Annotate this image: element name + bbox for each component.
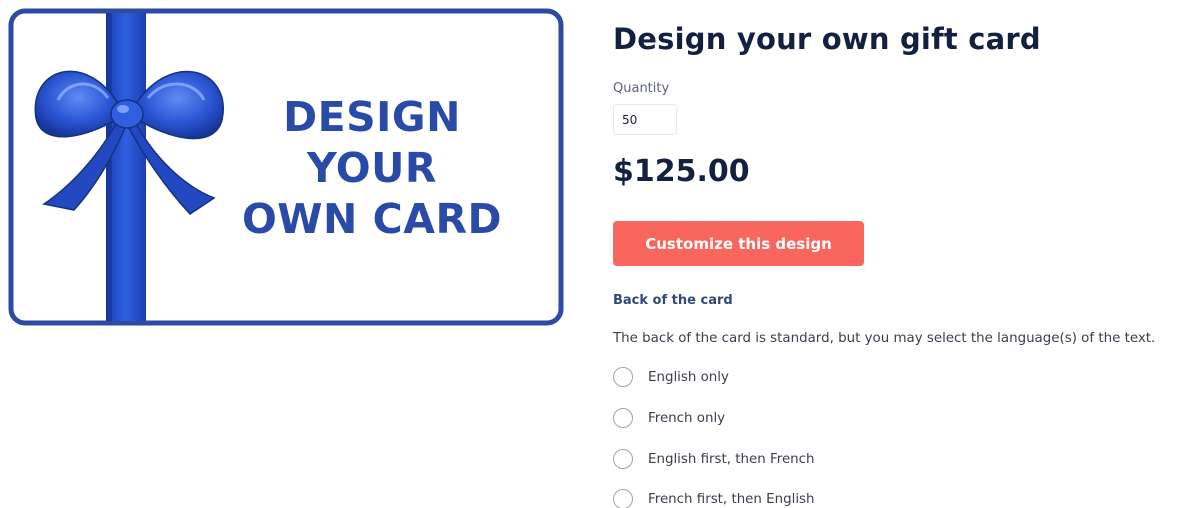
card-headline: DESIGN YOUR OWN CARD — [240, 92, 504, 245]
card-line-1: DESIGN — [283, 93, 461, 141]
card-line-3: OWN CARD — [241, 195, 503, 243]
back-of-card-description: The back of the card is standard, but yo… — [613, 331, 1156, 346]
radio-label: English only — [648, 369, 729, 385]
card-line-2: YOUR — [307, 144, 437, 192]
radio-label: French only — [648, 410, 726, 426]
gift-card-image: DESIGN YOUR OWN CARD — [8, 8, 564, 326]
product-price: $125.00 — [613, 154, 750, 189]
radio-option-french-only[interactable]: French only — [613, 407, 725, 429]
radio-option-english-then-french[interactable]: English first, then French — [613, 448, 815, 470]
back-of-card-heading: Back of the card — [613, 293, 733, 308]
radio-label: English first, then French — [648, 451, 815, 467]
radio-button[interactable] — [613, 449, 633, 469]
bow-knot — [110, 99, 144, 129]
quantity-input[interactable] — [613, 104, 677, 135]
product-page: DESIGN YOUR OWN CARD Design your own gif… — [0, 0, 1178, 508]
quantity-label: Quantity — [613, 81, 670, 96]
radio-label: French first, then English — [648, 491, 815, 507]
radio-option-french-then-english[interactable]: French first, then English — [613, 488, 815, 508]
radio-option-english-only[interactable]: English only — [613, 366, 729, 388]
product-title: Design your own gift card — [613, 22, 1041, 56]
radio-button[interactable] — [613, 408, 633, 428]
customize-design-button[interactable]: Customize this design — [613, 221, 864, 266]
radio-button[interactable] — [613, 367, 633, 387]
radio-button[interactable] — [613, 489, 633, 508]
